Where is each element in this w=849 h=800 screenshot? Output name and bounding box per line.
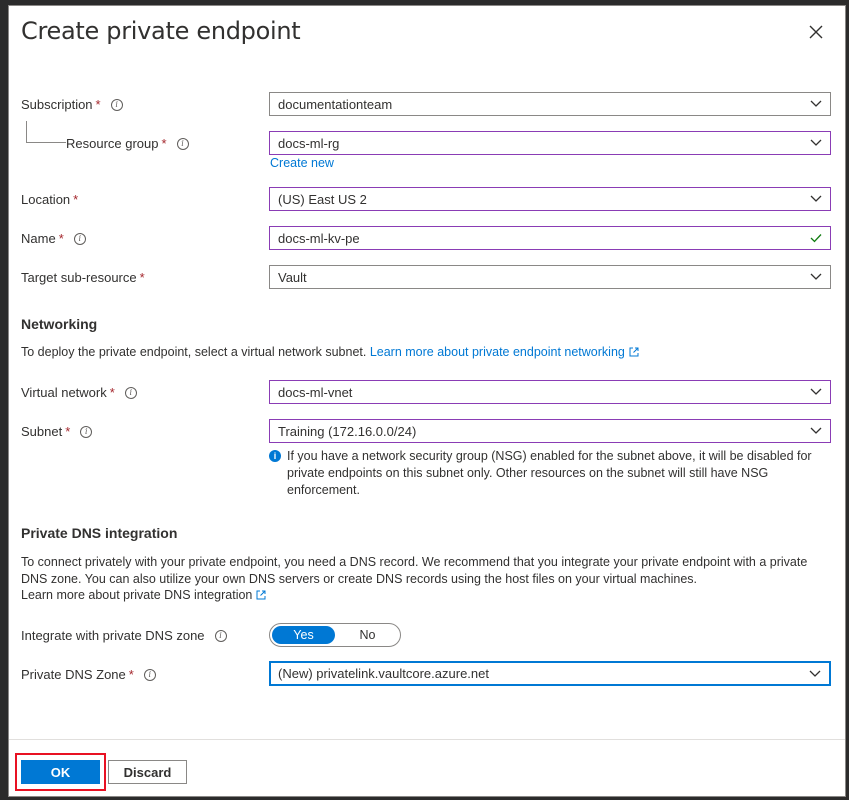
chevron-down-icon: [810, 195, 822, 202]
integrate-dns-label-row: Integrate with private DNS zone i: [21, 628, 227, 643]
chevron-down-icon: [810, 427, 822, 434]
create-private-endpoint-dialog: Create private endpoint Subscription * i…: [8, 5, 846, 797]
chevron-down-icon: [809, 670, 821, 677]
required-marker: *: [95, 97, 101, 112]
target-sub-resource-value: Vault: [278, 269, 307, 285]
info-icon[interactable]: i: [124, 386, 137, 399]
toggle-yes-option[interactable]: Yes: [272, 626, 335, 644]
virtual-network-label-row: Virtual network * i: [21, 385, 137, 400]
subnet-label-row: Subnet * i: [21, 424, 93, 439]
chevron-down-icon: [810, 273, 822, 280]
required-marker: *: [73, 192, 79, 207]
location-label-row: Location *: [21, 192, 78, 207]
virtual-network-dropdown[interactable]: docs-ml-vnet: [269, 380, 831, 404]
subnet-dropdown[interactable]: Training (172.16.0.0/24): [269, 419, 831, 443]
dns-zone-value: (New) privatelink.vaultcore.azure.net: [278, 666, 489, 681]
nsg-info-note: i If you have a network security group (…: [269, 448, 839, 499]
subnet-label: Subnet: [21, 424, 63, 439]
required-marker: *: [139, 270, 145, 285]
dns-zone-label: Private DNS Zone: [21, 667, 126, 682]
learn-more-networking-link[interactable]: Learn more about private endpoint networ…: [370, 345, 639, 359]
create-new-link[interactable]: Create new: [270, 156, 334, 170]
chevron-down-icon: [810, 100, 822, 107]
integrate-dns-toggle[interactable]: Yes No: [269, 623, 401, 647]
info-icon[interactable]: i: [73, 232, 86, 245]
target-sub-resource-label-row: Target sub-resource *: [21, 270, 145, 285]
required-marker: *: [65, 424, 71, 439]
nsg-note-text: If you have a network security group (NS…: [287, 449, 812, 497]
location-value: (US) East US 2: [278, 191, 367, 207]
location-label: Location: [21, 192, 71, 207]
networking-description-row: To deploy the private endpoint, select a…: [21, 344, 639, 361]
learn-more-dns-label: Learn more about private DNS integration: [21, 588, 253, 602]
info-filled-icon: i: [269, 450, 281, 462]
chevron-down-icon: [810, 139, 822, 146]
tree-connector: [26, 121, 66, 143]
learn-more-dns-link[interactable]: Learn more about private DNS integration: [21, 587, 266, 604]
external-link-icon: [629, 347, 639, 357]
info-icon[interactable]: i: [110, 98, 123, 111]
subscription-value: documentationteam: [278, 96, 393, 112]
dns-zone-dropdown[interactable]: (New) privatelink.vaultcore.azure.net: [269, 661, 831, 686]
subnet-value: Training (172.16.0.0/24): [278, 423, 417, 439]
info-icon[interactable]: i: [214, 629, 227, 642]
ok-button[interactable]: OK: [21, 760, 100, 784]
discard-button[interactable]: Discard: [108, 760, 187, 784]
external-link-icon: [256, 590, 266, 600]
subscription-label-row: Subscription * i: [21, 97, 123, 112]
info-icon[interactable]: i: [143, 668, 156, 681]
close-icon[interactable]: [806, 22, 826, 42]
info-icon[interactable]: i: [176, 137, 189, 150]
toggle-no-option[interactable]: No: [335, 628, 400, 642]
dns-heading: Private DNS integration: [21, 525, 178, 541]
required-marker: *: [109, 385, 115, 400]
required-marker: *: [58, 231, 64, 246]
chevron-down-icon: [810, 388, 822, 395]
name-value: docs-ml-kv-pe: [278, 230, 360, 246]
location-dropdown[interactable]: (US) East US 2: [269, 187, 831, 211]
name-label-row: Name * i: [21, 231, 86, 246]
dialog-title: Create private endpoint: [21, 17, 301, 45]
checkmark-icon: [810, 234, 822, 243]
name-input[interactable]: docs-ml-kv-pe: [269, 226, 831, 250]
footer-divider: [9, 739, 845, 740]
resource-group-label: Resource group: [66, 136, 159, 151]
networking-heading: Networking: [21, 316, 98, 332]
required-marker: *: [161, 136, 167, 151]
info-icon[interactable]: i: [80, 425, 93, 438]
learn-more-networking-label: Learn more about private endpoint networ…: [369, 345, 625, 359]
subscription-dropdown[interactable]: documentationteam: [269, 92, 831, 116]
integrate-dns-label: Integrate with private DNS zone: [21, 628, 205, 643]
subscription-label: Subscription: [21, 97, 93, 112]
target-sub-resource-label: Target sub-resource: [21, 270, 137, 285]
resource-group-value: docs-ml-rg: [278, 135, 340, 151]
resource-group-dropdown[interactable]: docs-ml-rg: [269, 131, 831, 155]
virtual-network-label: Virtual network: [21, 385, 107, 400]
target-sub-resource-dropdown[interactable]: Vault: [269, 265, 831, 289]
resource-group-label-row: Resource group * i: [66, 136, 189, 151]
networking-description: To deploy the private endpoint, select a…: [21, 345, 367, 359]
name-label: Name: [21, 231, 56, 246]
virtual-network-value: docs-ml-vnet: [278, 384, 353, 400]
required-marker: *: [128, 667, 134, 682]
dns-description: To connect privately with your private e…: [21, 555, 808, 586]
dns-zone-label-row: Private DNS Zone * i: [21, 667, 156, 682]
